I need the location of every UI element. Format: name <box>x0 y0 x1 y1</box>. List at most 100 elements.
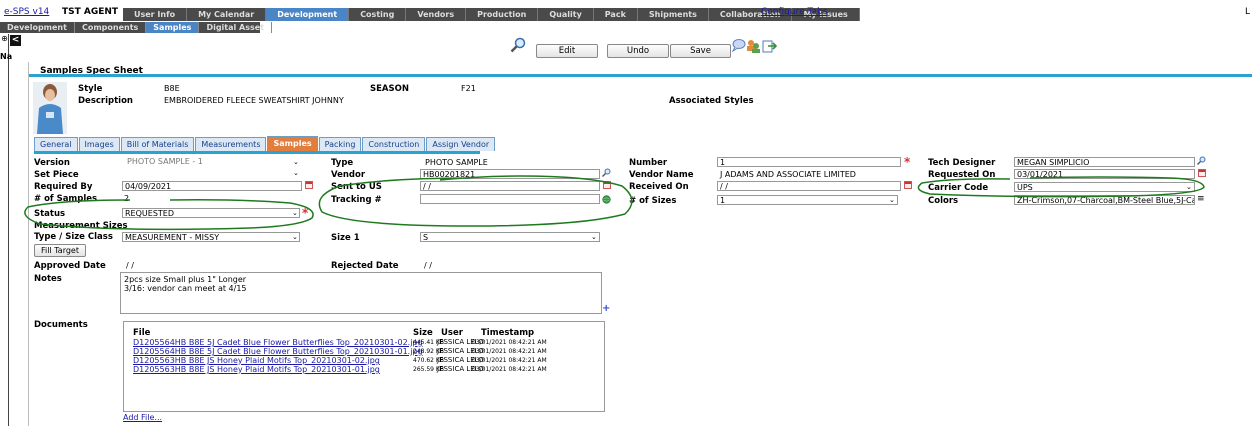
tab-construction[interactable]: Construction <box>362 137 426 151</box>
tab-general[interactable]: General <box>34 137 78 151</box>
comment-icon <box>731 39 746 53</box>
table-row: D1205563HB B8E JS Honey Plaid Motifs Top… <box>124 365 604 374</box>
colors-label: Colors <box>928 196 959 206</box>
version-select[interactable]: PHOTO SAMPLE - 1 <box>125 157 301 167</box>
carrier-code-label: Carrier Code <box>928 183 989 193</box>
tab-packing[interactable]: Packing <box>318 137 362 151</box>
notes-line: 3/16: vendor can meet at 4/15 <box>124 284 247 293</box>
tab-vendors[interactable]: Vendors <box>406 8 467 21</box>
tracking-label: Tracking # <box>331 195 382 205</box>
tab-shipments[interactable]: Shipments <box>637 8 709 21</box>
status-label: Status <box>34 209 66 219</box>
measurement-sizes-label: Measurement Sizes <box>34 221 128 231</box>
required-icon: * <box>904 155 911 169</box>
tab-pack[interactable]: Pack <box>593 8 638 21</box>
required-by-input[interactable]: 04/09/2021 <box>122 181 302 191</box>
status-select[interactable]: REQUESTED <box>122 208 300 218</box>
chevron-down-icon: ⌄ <box>1186 183 1192 191</box>
tracking-input[interactable] <box>420 194 600 204</box>
table-row: D1205564HB B8E 5J Cadet Blue Flower Butt… <box>124 338 604 347</box>
tabs-divider <box>34 151 480 154</box>
file-link[interactable]: D1205563HB B8E JS Honey Plaid Motifs Top… <box>133 356 380 365</box>
subtab-development[interactable]: Development <box>0 22 75 33</box>
file-link[interactable]: D1205563HB B8E JS Honey Plaid Motifs Top… <box>133 365 380 374</box>
edit-button[interactable]: Edit <box>536 44 598 58</box>
subtab-components[interactable]: Components <box>75 22 147 33</box>
notes-line: 2pcs size Small plus 1" Longer <box>124 275 247 284</box>
calendar-icon[interactable] <box>305 181 313 189</box>
subtab-samples[interactable]: Samples <box>146 22 200 33</box>
add-file-link[interactable]: Add File... <box>123 413 162 422</box>
calendar-icon[interactable] <box>603 181 611 189</box>
calendar-icon[interactable] <box>904 181 912 189</box>
style-value: B8E <box>164 84 180 93</box>
rejected-date-value[interactable]: / / <box>424 261 432 270</box>
num-sizes-label: # of Sizes <box>629 196 677 206</box>
add-note-icon[interactable]: + <box>602 304 610 314</box>
fill-target-button[interactable]: Fill Target <box>34 244 86 257</box>
main-tabs: User Info My Calendar Development Costin… <box>123 8 860 21</box>
globe-icon[interactable] <box>602 195 611 204</box>
export-icon <box>762 40 778 53</box>
chevron-down-icon: ⌄ <box>591 233 597 241</box>
undo-button[interactable]: Undo <box>607 44 669 58</box>
colors-input[interactable]: ZH-Crimson,07-Charcoal,BM-Steel Blue,5J-… <box>1014 195 1195 205</box>
received-on-input[interactable]: / / <box>717 181 901 191</box>
search-icon[interactable] <box>510 37 526 53</box>
file-link[interactable]: D1205564HB B8E 5J Cadet Blue Flower Butt… <box>133 347 423 356</box>
requested-on-input[interactable]: 03/01/2021 <box>1014 169 1195 179</box>
type-value: PHOTO SAMPLE <box>425 158 488 167</box>
tab-development[interactable]: Development <box>266 8 350 21</box>
tab-assign-vendor[interactable]: Assign Vendor <box>426 137 496 151</box>
tab-user-info[interactable]: User Info <box>123 8 188 21</box>
tab-my-calendar[interactable]: My Calendar <box>187 8 267 21</box>
subtab-digital-asset[interactable]: Digital Asset <box>199 22 273 33</box>
tab-samples[interactable]: Samples <box>267 136 318 151</box>
requested-on-label: Requested On <box>928 170 996 180</box>
description-label: Description <box>78 96 133 106</box>
tab-production[interactable]: Production <box>466 8 539 21</box>
table-row: D1205564HB B8E 5J Cadet Blue Flower Butt… <box>124 347 604 356</box>
num-samples-value[interactable]: 2 <box>124 194 129 203</box>
approved-date-value[interactable]: / / <box>126 261 134 270</box>
style-label: Style <box>78 84 103 94</box>
notes-textarea[interactable]: 2pcs size Small plus 1" Longer 3/16: ven… <box>120 272 602 314</box>
style-photo[interactable] <box>33 82 67 134</box>
tab-quality[interactable]: Quality <box>538 8 594 21</box>
number-input[interactable]: 1 <box>717 157 901 167</box>
sent-to-us-label: Sent to US <box>331 182 382 192</box>
title-divider <box>29 74 1252 77</box>
configure-tabs-link[interactable]: Configure Tabs <box>761 7 827 17</box>
size1-select[interactable]: S <box>420 232 600 242</box>
tech-designer-input[interactable]: MEGAN SIMPLICIO <box>1014 157 1195 167</box>
sent-to-us-input[interactable]: / / <box>420 181 600 191</box>
app-version-link[interactable]: e-SPS v14 <box>4 7 49 17</box>
num-samples-label: # of Samples <box>34 194 98 204</box>
size-column-header: Size <box>413 328 433 338</box>
file-timestamp: 03/01/2021 08:42:21 AM <box>472 339 547 346</box>
num-sizes-select[interactable]: 1 <box>717 195 898 205</box>
type-size-class-select[interactable]: MEASUREMENT - MISSY <box>122 232 300 242</box>
search-icon[interactable] <box>1197 156 1206 165</box>
file-link[interactable]: D1205564HB B8E 5J Cadet Blue Flower Butt… <box>133 338 423 347</box>
associated-styles-label: Associated Styles <box>669 96 754 106</box>
save-button[interactable]: Save <box>670 44 731 58</box>
search-icon[interactable] <box>602 168 611 177</box>
carrier-code-select[interactable]: UPS <box>1014 182 1195 192</box>
list-icon[interactable]: ≡ <box>1197 194 1205 204</box>
notes-label: Notes <box>34 274 62 284</box>
tab-measurements[interactable]: Measurements <box>195 137 267 151</box>
tab-images[interactable]: Images <box>78 137 120 151</box>
required-icon: * <box>302 206 309 220</box>
collapse-left-icon[interactable]: < <box>10 35 21 46</box>
description-value: EMBROIDERED FLEECE SWEATSHIRT JOHNNY <box>164 96 344 105</box>
toolbar-icons[interactable] <box>730 37 780 55</box>
chevron-down-icon[interactable]: ⌄ <box>293 168 299 178</box>
vendor-input[interactable]: HB00201821 <box>420 169 600 179</box>
tab-bill-of-materials[interactable]: Bill of Materials <box>120 137 195 151</box>
pin-icon[interactable]: ⊕ <box>0 34 9 44</box>
calendar-icon[interactable] <box>1198 169 1206 177</box>
tab-costing[interactable]: Costing <box>349 8 407 21</box>
file-timestamp: 03/01/2021 08:42:21 AM <box>472 357 547 364</box>
file-timestamp: 03/01/2021 08:42:21 AM <box>472 366 547 373</box>
